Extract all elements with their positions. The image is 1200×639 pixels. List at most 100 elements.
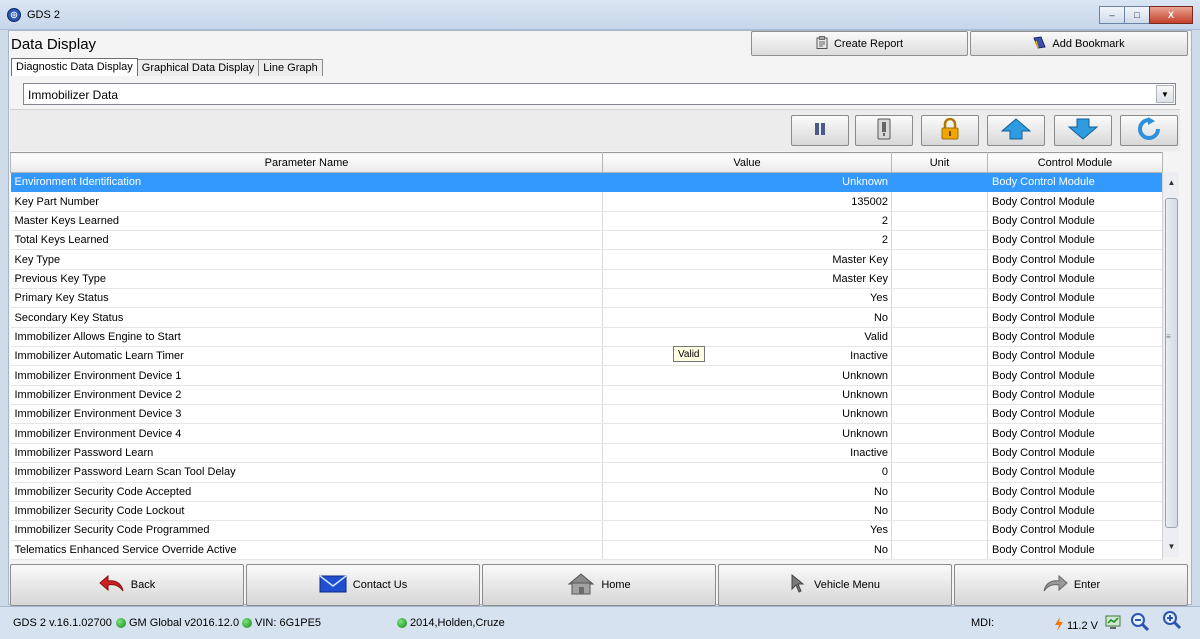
parameter-name-cell: Key Type bbox=[10, 249, 603, 270]
minimize-button[interactable]: – bbox=[1099, 6, 1125, 24]
window-title: GDS 2 bbox=[27, 9, 61, 21]
value-cell: 2 bbox=[602, 230, 892, 251]
column-header-control-module[interactable]: Control Module bbox=[987, 152, 1163, 173]
parameter-name-cell: Immobilizer Security Code Accepted bbox=[10, 482, 603, 502]
vehicle-menu-button[interactable]: Vehicle Menu bbox=[718, 564, 952, 606]
table-row[interactable]: Immobilizer Allows Engine to Start Valid B… bbox=[10, 327, 1163, 348]
add-bookmark-button[interactable]: Add Bookmark bbox=[970, 31, 1188, 56]
title-bar: ◎ GDS 2 – □ X bbox=[0, 0, 1200, 30]
connection-monitor-icon[interactable] bbox=[1105, 614, 1121, 630]
back-button[interactable]: Back bbox=[10, 564, 244, 606]
control-module-cell: Body Control Module bbox=[987, 211, 1163, 232]
value-cell: 2 bbox=[602, 211, 892, 232]
scrollbar-thumb[interactable] bbox=[1165, 198, 1178, 528]
table-row[interactable]: Immobilizer Environment Device 1 Unknown B… bbox=[10, 365, 1163, 386]
table-row[interactable]: Environment Identification Unknown Body Co… bbox=[10, 172, 1163, 193]
unit-cell bbox=[891, 462, 988, 483]
pause-button[interactable] bbox=[791, 115, 849, 146]
table-row[interactable]: Telematics Enhanced Service Override Act… bbox=[10, 540, 1163, 560]
refresh-icon bbox=[1137, 117, 1161, 144]
scroll-up-icon[interactable]: ▲ bbox=[1163, 174, 1180, 191]
table-row[interactable]: Immobilizer Environment Device 4 Unknown B… bbox=[10, 423, 1163, 444]
control-module-cell: Body Control Module bbox=[987, 443, 1163, 464]
table-row[interactable]: Immobilizer Environment Device 2 Unknown B… bbox=[10, 385, 1163, 406]
global-version-status: GM Global v2016.12.0 bbox=[116, 617, 239, 629]
control-module-cell: Body Control Module bbox=[987, 327, 1163, 348]
table-row[interactable]: Primary Key Status Yes Body Control Module bbox=[10, 288, 1163, 309]
tab-graphical-data-display[interactable]: Graphical Data Display bbox=[136, 59, 260, 76]
parameter-name-cell: Telematics Enhanced Service Override Act… bbox=[10, 540, 603, 560]
move-down-button[interactable] bbox=[1054, 115, 1112, 146]
control-module-cell: Body Control Module bbox=[987, 249, 1163, 270]
table-row[interactable]: Master Keys Learned 2 Body Control Module bbox=[10, 211, 1163, 232]
value-cell: No bbox=[602, 540, 892, 560]
maximize-button[interactable]: □ bbox=[1124, 6, 1150, 24]
parameter-name-cell: Environment Identification bbox=[10, 172, 603, 193]
table-row[interactable]: Immobilizer Security Code Programmed Yes B… bbox=[10, 520, 1163, 541]
tab-line-graph[interactable]: Line Graph bbox=[258, 59, 323, 76]
value-cell: Valid bbox=[602, 327, 892, 348]
create-report-button[interactable]: Create Report bbox=[751, 31, 968, 56]
unit-cell bbox=[891, 249, 988, 270]
value-cell: Inactive bbox=[602, 443, 892, 464]
table-row[interactable]: Previous Key Type Master Key Body Control … bbox=[10, 269, 1163, 290]
table-row[interactable]: Immobilizer Password Learn Scan Tool Del… bbox=[10, 462, 1163, 483]
unit-cell bbox=[891, 172, 988, 193]
table-row[interactable]: Immobilizer Automatic Learn Timer Inactiv… bbox=[10, 346, 1163, 367]
parameter-table: Parameter Name Value Unit Control Module… bbox=[10, 152, 1163, 560]
enter-label: Enter bbox=[1073, 579, 1101, 591]
control-module-cell: Body Control Module bbox=[987, 191, 1163, 212]
control-module-cell: Body Control Module bbox=[987, 365, 1163, 386]
column-header-unit[interactable]: Unit bbox=[891, 152, 988, 173]
forward-arrow-icon bbox=[1042, 574, 1068, 596]
value-cell: Master Key bbox=[602, 249, 892, 270]
control-module-cell: Body Control Module bbox=[987, 501, 1163, 522]
zoom-out-icon[interactable] bbox=[1130, 612, 1150, 632]
voltage-status: 11.2 V bbox=[1054, 617, 1098, 634]
move-up-button[interactable] bbox=[987, 115, 1045, 146]
column-header-value[interactable]: Value bbox=[602, 152, 892, 173]
control-module-cell: Body Control Module bbox=[987, 307, 1163, 328]
table-row[interactable]: Key Type Master Key Body Control Module bbox=[10, 249, 1163, 270]
tab-diagnostic-data-display[interactable]: Diagnostic Data Display bbox=[11, 58, 138, 76]
table-row[interactable]: Secondary Key Status No Body Control Modul… bbox=[10, 307, 1163, 328]
window-controls: – □ X bbox=[1099, 6, 1193, 24]
home-label: Home bbox=[601, 579, 631, 591]
contact-us-label: Contact Us bbox=[352, 579, 408, 591]
voltage-label: 11.2 V bbox=[1067, 619, 1098, 632]
table-row[interactable]: Key Part Number 135002 Body Control Module bbox=[10, 191, 1163, 212]
control-module-cell: Body Control Module bbox=[987, 423, 1163, 444]
parameter-name-cell: Immobilizer Environment Device 3 bbox=[10, 404, 603, 425]
data-display-tabs: Diagnostic Data Display Graphical Data D… bbox=[11, 58, 323, 77]
chevron-down-icon[interactable]: ▼ bbox=[1156, 85, 1174, 103]
table-row[interactable]: Immobilizer Environment Device 3 Unknown B… bbox=[10, 404, 1163, 425]
scroll-down-icon[interactable]: ▼ bbox=[1163, 538, 1180, 555]
contact-us-button[interactable]: Contact Us bbox=[246, 564, 480, 606]
parameter-name-cell: Immobilizer Automatic Learn Timer bbox=[10, 346, 603, 367]
table-row[interactable]: Immobilizer Password Learn Inactive Body C… bbox=[10, 443, 1163, 464]
column-header-parameter-name[interactable]: Parameter Name bbox=[10, 152, 603, 173]
value-cell: Unknown bbox=[602, 404, 892, 425]
unit-cell bbox=[891, 288, 988, 309]
close-button[interactable]: X bbox=[1149, 6, 1193, 24]
zoom-in-icon[interactable] bbox=[1162, 610, 1182, 630]
parameter-name-cell: Secondary Key Status bbox=[10, 307, 603, 328]
usb-connector-icon bbox=[876, 118, 892, 143]
table-row[interactable]: Immobilizer Security Code Accepted No Body… bbox=[10, 482, 1163, 502]
data-list-dropdown[interactable]: Immobilizer Data ▼ bbox=[23, 83, 1176, 105]
lock-button[interactable] bbox=[921, 115, 979, 146]
unit-cell bbox=[891, 404, 988, 425]
parameter-name-cell: Previous Key Type bbox=[10, 269, 603, 290]
lock-icon bbox=[940, 117, 960, 143]
refresh-button[interactable] bbox=[1120, 115, 1178, 146]
value-cell: No bbox=[602, 501, 892, 522]
table-scrollbar[interactable]: ▲ ≡ ▼ bbox=[1162, 172, 1179, 557]
parameter-name-cell: Immobilizer Environment Device 1 bbox=[10, 365, 603, 386]
snapshot-button[interactable] bbox=[855, 115, 913, 146]
enter-button[interactable]: Enter bbox=[954, 564, 1188, 606]
control-module-cell: Body Control Module bbox=[987, 540, 1163, 560]
table-row[interactable]: Total Keys Learned 2 Body Control Module bbox=[10, 230, 1163, 251]
home-button[interactable]: Home bbox=[482, 564, 716, 606]
value-cell: No bbox=[602, 482, 892, 502]
table-row[interactable]: Immobilizer Security Code Lockout No Body … bbox=[10, 501, 1163, 522]
